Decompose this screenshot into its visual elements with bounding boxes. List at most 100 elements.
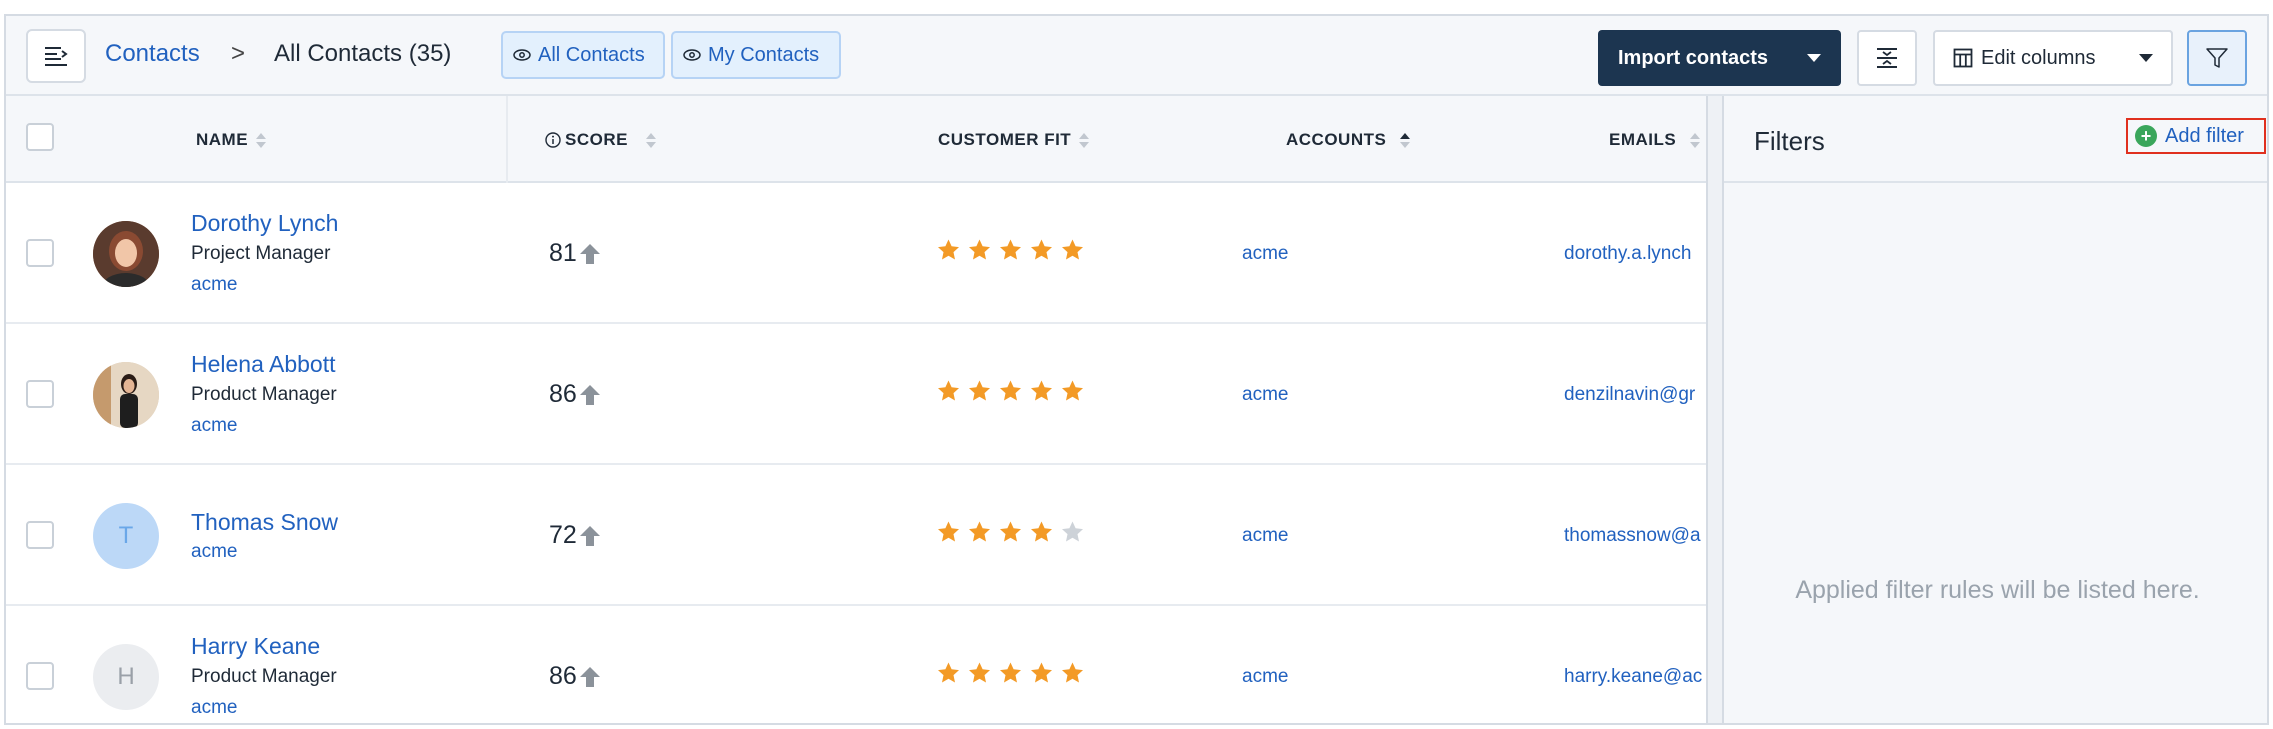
score-value: 81 xyxy=(549,239,577,267)
row-checkbox[interactable] xyxy=(26,380,54,408)
columns-icon xyxy=(1953,48,1973,68)
star-icon xyxy=(969,662,990,683)
customer-fit-rating xyxy=(936,520,1085,544)
panel-resize-handle[interactable] xyxy=(1706,96,1724,723)
contact-score: 72 xyxy=(549,521,601,550)
breadcrumb-contacts-link[interactable]: Contacts xyxy=(105,40,200,68)
table-row[interactable]: H Harry Keane Product Manager acme 86 ac… xyxy=(6,606,1706,723)
star-icon xyxy=(969,380,990,401)
account-link[interactable]: acme xyxy=(1242,243,1288,265)
contact-name-link[interactable]: Thomas Snow xyxy=(191,509,338,536)
star-icon xyxy=(1062,662,1083,683)
contact-company-link[interactable]: acme xyxy=(191,697,237,719)
customer-fit-rating xyxy=(936,238,1085,262)
star-icon xyxy=(1031,380,1052,401)
star-icon xyxy=(1000,521,1021,542)
top-toolbar: Contacts > All Contacts (35) All Contact… xyxy=(6,16,2267,96)
view-my-contacts-button[interactable]: My Contacts xyxy=(671,31,841,79)
table-row[interactable]: Helena Abbott Product Manager acme 86 ac… xyxy=(6,324,1706,465)
contact-score: 81 xyxy=(549,239,601,268)
column-header-accounts[interactable]: ACCOUNTS xyxy=(1286,130,1411,150)
avatar xyxy=(93,362,159,428)
column-name-label: NAME xyxy=(196,130,249,149)
email-link[interactable]: dorothy.a.lynch xyxy=(1564,243,1691,265)
sidebar-toggle-button[interactable] xyxy=(26,29,86,83)
contact-company-link[interactable]: acme xyxy=(191,541,237,563)
avatar: H xyxy=(93,644,159,710)
select-all-checkbox[interactable] xyxy=(26,123,54,151)
avatar-initial: T xyxy=(118,522,134,549)
avatar-photo-icon xyxy=(93,362,159,428)
email-link[interactable]: denzilnavin@gr xyxy=(1564,384,1695,406)
contact-job-title: Project Manager xyxy=(191,243,331,264)
import-contacts-button[interactable]: Import contacts xyxy=(1598,30,1841,86)
contact-job-title: Product Manager xyxy=(191,384,337,405)
score-value: 72 xyxy=(549,521,577,549)
row-density-button[interactable] xyxy=(1857,30,1917,86)
info-icon xyxy=(545,132,561,148)
star-icon xyxy=(969,239,990,260)
star-icon xyxy=(938,521,959,542)
sort-icon[interactable] xyxy=(645,132,656,148)
contact-job-title: Product Manager xyxy=(191,666,337,687)
contacts-table: NAME SCORE CUSTOMER FIT ACCOUNTS EMAILS xyxy=(6,96,1706,723)
caret-down-icon[interactable] xyxy=(1807,54,1821,62)
column-score-label: SCORE xyxy=(565,130,628,149)
contact-name-link[interactable]: Harry Keane xyxy=(191,633,320,660)
star-icon xyxy=(1062,380,1083,401)
column-header-customer-fit[interactable]: CUSTOMER FIT xyxy=(938,130,1090,150)
account-link[interactable]: acme xyxy=(1242,666,1288,688)
star-icon xyxy=(1031,662,1052,683)
sort-icon[interactable] xyxy=(1690,132,1701,148)
view-all-label: All Contacts xyxy=(538,43,645,66)
page-title: All Contacts (35) xyxy=(274,40,451,68)
table-row[interactable]: Dorothy Lynch Project Manager acme 81 ac… xyxy=(6,183,1706,324)
star-icon xyxy=(1062,239,1083,260)
filters-header: Filters + Add filter xyxy=(1724,96,2267,183)
contact-name-link[interactable]: Dorothy Lynch xyxy=(191,210,338,237)
arrow-up-icon xyxy=(579,666,600,687)
sort-icon[interactable] xyxy=(256,132,267,148)
star-icon xyxy=(1000,662,1021,683)
row-checkbox[interactable] xyxy=(26,662,54,690)
sort-icon[interactable] xyxy=(1079,132,1090,148)
contact-company-link[interactable]: acme xyxy=(191,415,237,437)
add-filter-label: Add filter xyxy=(2165,124,2244,147)
avatar-initial: H xyxy=(117,663,135,690)
table-header: NAME SCORE CUSTOMER FIT ACCOUNTS EMAILS xyxy=(6,96,1706,183)
contact-name-link[interactable]: Helena Abbott xyxy=(191,351,336,378)
sort-ascending-icon[interactable] xyxy=(1400,132,1411,148)
filters-panel: Filters + Add filter Applied filter rule… xyxy=(1724,96,2267,723)
filter-toggle-button[interactable] xyxy=(2187,30,2247,86)
edit-columns-dropdown[interactable] xyxy=(2120,30,2173,86)
row-checkbox[interactable] xyxy=(26,239,54,267)
contact-company-link[interactable]: acme xyxy=(191,274,237,296)
email-link[interactable]: thomassnow@a xyxy=(1564,525,1701,547)
column-fit-label: CUSTOMER FIT xyxy=(938,130,1072,149)
star-icon xyxy=(1062,521,1083,542)
import-contacts-label: Import contacts xyxy=(1618,46,1769,69)
account-link[interactable]: acme xyxy=(1242,525,1288,547)
arrow-up-icon xyxy=(579,525,600,546)
eye-icon xyxy=(683,49,701,61)
column-header-score[interactable]: SCORE xyxy=(545,130,656,150)
filters-title: Filters xyxy=(1754,126,1825,156)
menu-collapse-icon xyxy=(45,47,68,66)
row-checkbox[interactable] xyxy=(26,521,54,549)
score-value: 86 xyxy=(549,662,577,690)
table-row[interactable]: T Thomas Snow acme 72 acme thomassnow@a xyxy=(6,465,1706,606)
star-icon xyxy=(1031,239,1052,260)
star-icon xyxy=(1000,380,1021,401)
score-value: 86 xyxy=(549,380,577,408)
view-all-contacts-button[interactable]: All Contacts xyxy=(501,31,665,79)
contacts-app: Contacts > All Contacts (35) All Contact… xyxy=(4,14,2269,725)
add-filter-button[interactable]: + Add filter xyxy=(2126,118,2266,154)
column-header-emails[interactable]: EMAILS xyxy=(1609,130,1701,150)
star-icon xyxy=(969,521,990,542)
caret-down-icon xyxy=(2138,54,2153,62)
column-header-name[interactable]: NAME xyxy=(196,130,267,150)
avatar xyxy=(93,221,159,287)
star-icon xyxy=(938,662,959,683)
account-link[interactable]: acme xyxy=(1242,384,1288,406)
email-link[interactable]: harry.keane@ac xyxy=(1564,666,1702,688)
